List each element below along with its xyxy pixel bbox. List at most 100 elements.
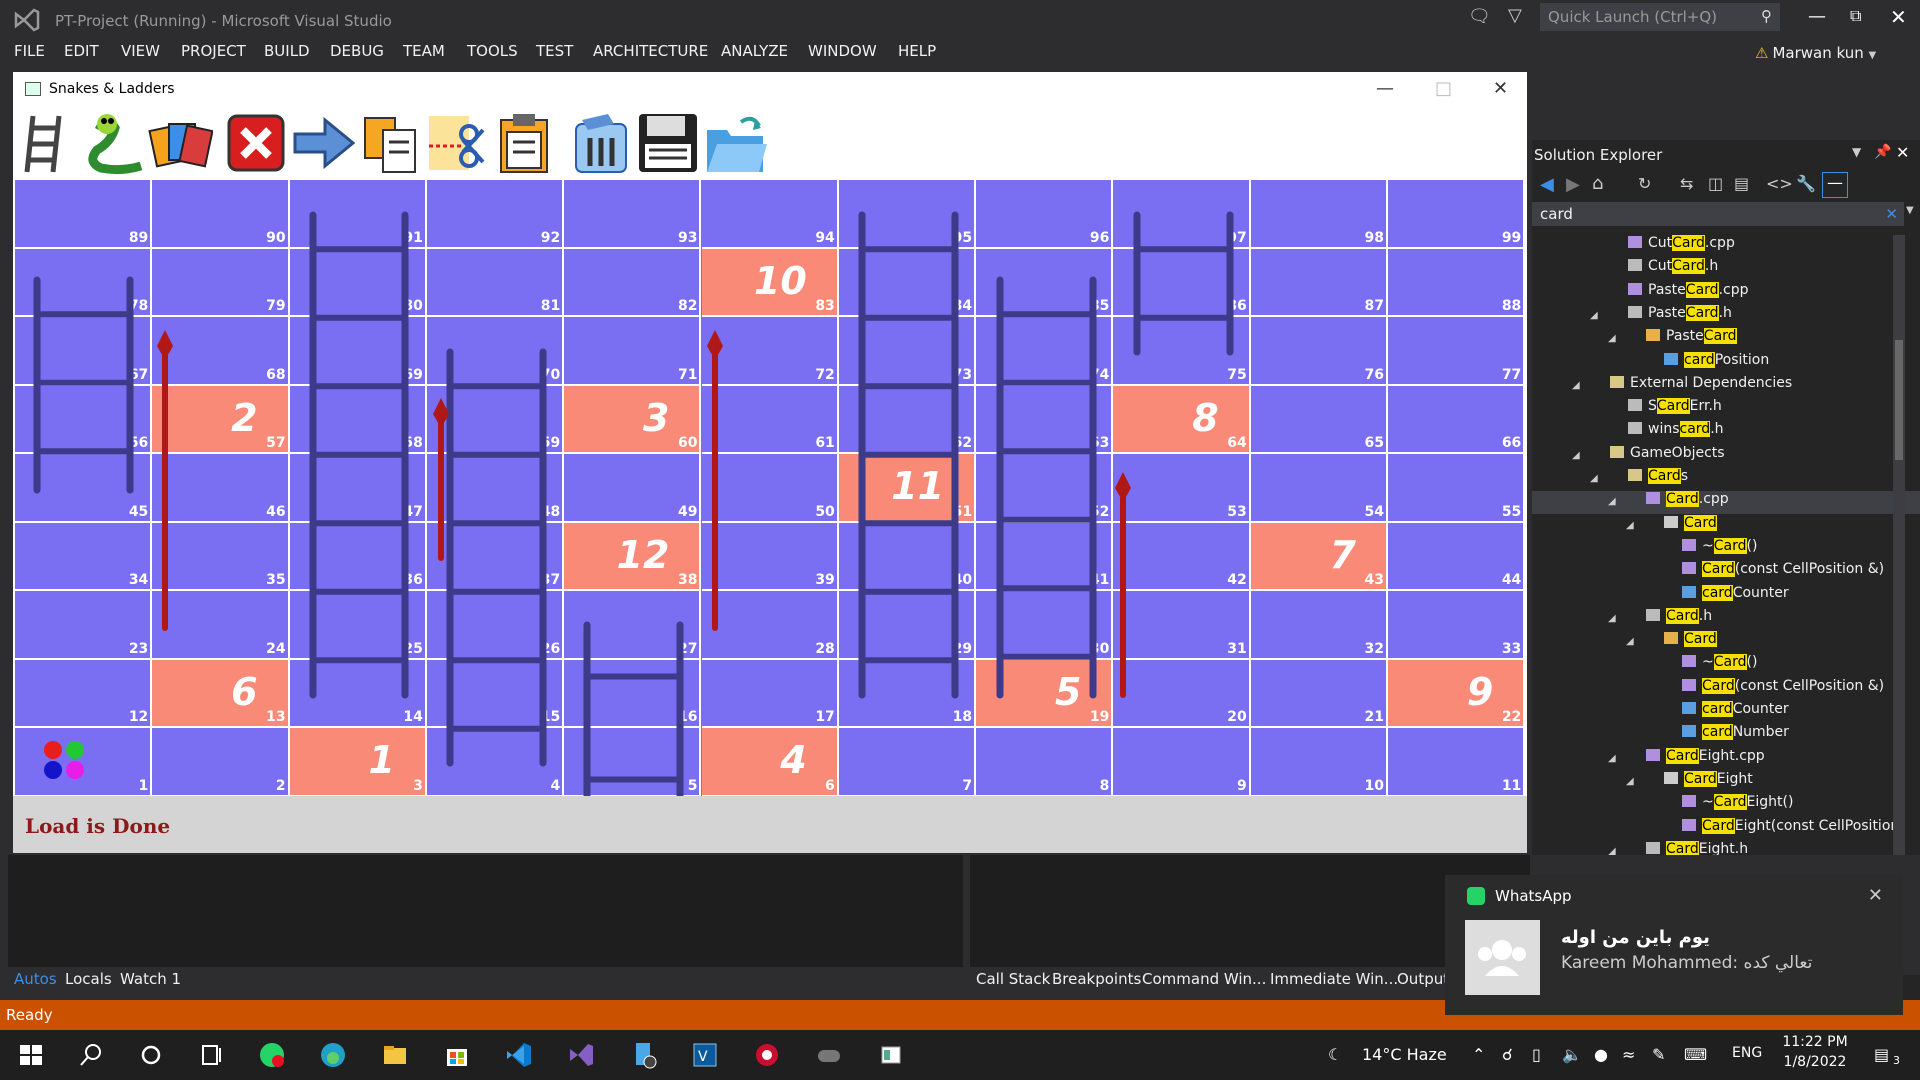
menu-debug[interactable]: DEBUG: [330, 42, 384, 60]
clipboard-icon[interactable]: [568, 110, 634, 176]
windows-start-icon[interactable]: [16, 1040, 46, 1070]
tree-item[interactable]: ◢ External Dependencies: [1572, 375, 1792, 398]
view-code-icon[interactable]: <>: [1766, 174, 1793, 193]
expand-arrow-icon[interactable]: ◢: [1626, 520, 1634, 531]
history-icon[interactable]: ↻: [1638, 174, 1651, 193]
battery-icon[interactable]: ▯: [1532, 1045, 1541, 1064]
tree-item[interactable]: cardCounter: [1682, 584, 1789, 608]
menu-edit[interactable]: EDIT: [64, 42, 99, 60]
app-red-icon[interactable]: [752, 1040, 782, 1070]
volume-icon[interactable]: 🔈: [1562, 1045, 1582, 1064]
game-minimize-button[interactable]: —: [1376, 78, 1394, 99]
tree-item[interactable]: ◢ Card: [1626, 514, 1717, 538]
close-icon[interactable]: ✕: [1896, 143, 1909, 162]
search-options-icon[interactable]: ▼: [1906, 205, 1914, 216]
tab-output[interactable]: Output: [1397, 970, 1449, 988]
user-account[interactable]: ⚠ Marwan kun ▼: [1755, 44, 1876, 62]
game-maximize-button[interactable]: □: [1435, 78, 1452, 99]
clock[interactable]: 11:22 PM 1/8/2022: [1780, 1034, 1850, 1070]
microphone-icon[interactable]: ●: [1594, 1045, 1608, 1064]
tree-item[interactable]: SCardErr.h: [1628, 398, 1722, 421]
cortana-icon[interactable]: [136, 1040, 166, 1070]
tree-item[interactable]: ◢ Card.cpp: [1532, 491, 1920, 515]
filter-icon[interactable]: ▽: [1508, 5, 1522, 26]
language-indicator[interactable]: ENG: [1732, 1045, 1762, 1061]
tab-command-window[interactable]: Command Win...: [1142, 970, 1266, 988]
tree-item[interactable]: winscard.h: [1628, 421, 1724, 444]
game-close-button[interactable]: ✕: [1493, 78, 1508, 99]
keyboard-icon[interactable]: ⌨: [1684, 1045, 1707, 1064]
open-icon[interactable]: [703, 110, 769, 176]
expand-arrow-icon[interactable]: ◢: [1608, 753, 1616, 764]
gamepad-icon[interactable]: [814, 1040, 844, 1070]
tree-item[interactable]: PasteCard.cpp: [1628, 281, 1748, 305]
cut-icon[interactable]: [425, 110, 491, 176]
vscode-icon[interactable]: [504, 1040, 534, 1070]
solution-search-input[interactable]: card ✕: [1532, 202, 1904, 226]
expand-arrow-icon[interactable]: ◢: [1608, 613, 1616, 624]
expand-arrow-icon[interactable]: ◢: [1572, 380, 1580, 391]
pin-icon[interactable]: 📌: [1874, 144, 1891, 160]
home-icon[interactable]: ⌂: [1592, 173, 1603, 194]
expand-arrow-icon[interactable]: ◢: [1608, 496, 1616, 507]
snake-icon[interactable]: [81, 110, 147, 176]
search-icon[interactable]: [76, 1040, 106, 1070]
tree-item[interactable]: ◢ Cards: [1590, 468, 1688, 491]
clear-search-icon[interactable]: ✕: [1885, 205, 1898, 223]
menu-build[interactable]: BUILD: [264, 42, 310, 60]
forward-icon[interactable]: ▶: [1566, 174, 1580, 195]
tab-call-stack[interactable]: Call Stack: [976, 970, 1050, 988]
tree-item[interactable]: ◢ CardEight: [1626, 770, 1753, 794]
wifi-icon[interactable]: ≈: [1622, 1045, 1635, 1064]
feedback-icon[interactable]: 🗨: [1468, 6, 1491, 27]
menu-window[interactable]: WINDOW: [808, 42, 877, 60]
sync-icon[interactable]: ⇆: [1680, 174, 1693, 193]
expand-arrow-icon[interactable]: ◢: [1590, 310, 1598, 321]
edge-icon[interactable]: [318, 1040, 348, 1070]
tree-item[interactable]: cardNumber: [1682, 724, 1789, 747]
quick-launch-input[interactable]: Quick Launch (Ctrl+Q) ⚲: [1540, 3, 1780, 31]
save-icon[interactable]: [635, 110, 701, 176]
vmware-icon[interactable]: V: [690, 1040, 720, 1070]
tree-item[interactable]: ~Card(): [1682, 654, 1757, 677]
tab-autos[interactable]: Autos: [14, 970, 57, 988]
ladder-icon[interactable]: [15, 110, 81, 176]
tray-app-icon[interactable]: ☌: [1502, 1045, 1513, 1064]
tree-item[interactable]: ◢ PasteCard.h: [1590, 304, 1732, 328]
game-board[interactable]: 89 90 91 92 93 94 95 96 97 98 99 78 79 80 81 82 83 10 84 85…: [15, 180, 1525, 796]
tree-item[interactable]: cardCounter: [1682, 701, 1789, 724]
visual-studio-icon[interactable]: [566, 1040, 596, 1070]
tree-item[interactable]: CutCard.cpp: [1628, 235, 1735, 258]
restore-button[interactable]: ⧉: [1850, 6, 1861, 26]
tab-breakpoints[interactable]: Breakpoints: [1052, 970, 1141, 988]
menu-team[interactable]: TEAM: [403, 42, 445, 60]
paste-icon[interactable]: [491, 110, 557, 176]
store-icon[interactable]: [442, 1040, 472, 1070]
notifications-icon[interactable]: ▤: [1874, 1045, 1889, 1064]
tree-item[interactable]: ◢ PasteCard: [1608, 328, 1737, 351]
show-all-files-icon[interactable]: ▤: [1734, 174, 1749, 193]
expand-arrow-icon[interactable]: ◢: [1626, 776, 1634, 787]
back-icon[interactable]: ◀: [1540, 174, 1554, 195]
menu-file[interactable]: FILE: [14, 42, 45, 60]
tree-item[interactable]: Card(const CellPosition &): [1682, 677, 1884, 701]
menu-analyze[interactable]: ANALYZE: [721, 42, 788, 60]
cards-icon[interactable]: [147, 110, 213, 176]
game-window-taskbar-icon[interactable]: [876, 1040, 906, 1070]
pen-icon[interactable]: ✎: [1652, 1045, 1665, 1064]
task-view-icon[interactable]: [196, 1040, 226, 1070]
tree-item[interactable]: CardEight(const CellPosition: [1682, 817, 1899, 841]
tab-immediate-window[interactable]: Immediate Win...: [1270, 970, 1398, 988]
expand-arrow-icon[interactable]: ◢: [1608, 333, 1616, 344]
collapse-all-icon[interactable]: ◫: [1708, 174, 1723, 193]
tree-item[interactable]: cardPosition: [1664, 351, 1769, 375]
whatsapp-notification[interactable]: WhatsApp ✕ يوم باين من اوله Kareem Moham…: [1445, 875, 1903, 1015]
tree-item[interactable]: ◢ CardEight.cpp: [1608, 747, 1765, 771]
tab-watch[interactable]: Watch 1: [120, 970, 181, 988]
properties-icon[interactable]: 🔧: [1796, 174, 1816, 193]
expand-arrow-icon[interactable]: ◢: [1572, 450, 1580, 461]
preview-icon[interactable]: —: [1822, 172, 1848, 198]
tree-item[interactable]: ~CardEight(): [1682, 794, 1793, 817]
tree-item[interactable]: ◢ Card: [1626, 631, 1717, 654]
files-icon[interactable]: [628, 1040, 658, 1070]
